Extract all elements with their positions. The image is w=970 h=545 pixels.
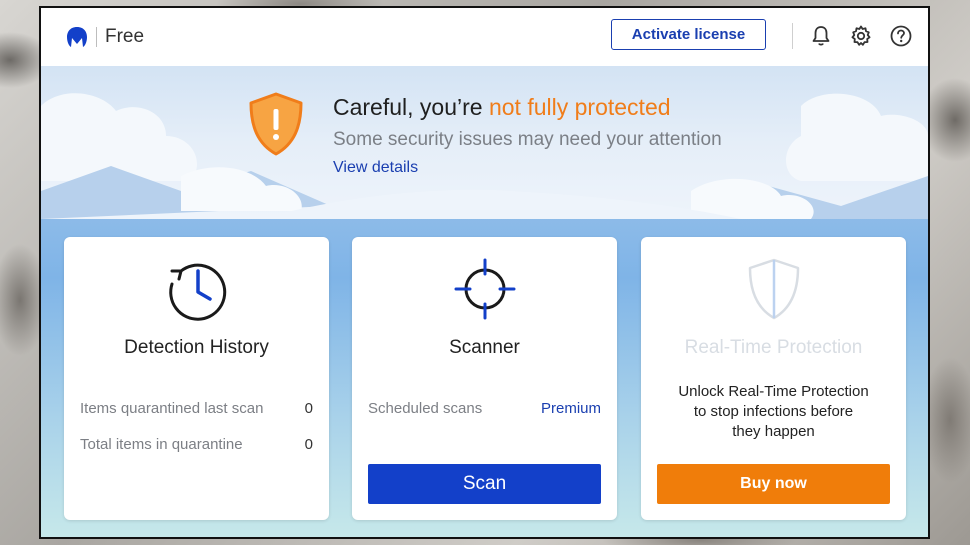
scheduled-scans-row: Scheduled scans Premium [368,400,601,417]
status-headline-highlight: not fully protected [488,94,671,120]
scanner-title: Scanner [449,337,520,358]
edition-label: Free [105,26,145,47]
crosshair-icon [454,258,515,320]
row-label: Items quarantined last scan [80,400,264,417]
title-bar: Free Activate license [41,8,928,67]
real-time-protection-title: Real-Time Protection [684,337,863,358]
logo-separator [96,27,97,47]
app-window: Free Activate license Careful, you’re no… [39,6,930,539]
row-label: Total items in quarantine [80,436,243,453]
upsell-line: to stop infections before [693,403,854,420]
upsell-line: Unlock Real-Time Protection [678,383,869,400]
status-subline: Some security issues may need your atten… [333,129,722,150]
real-time-protection-card[interactable]: Real-Time Protection Unlock Real-Time Pr… [641,237,906,520]
scan-button[interactable]: Scan [368,464,601,504]
detection-history-card[interactable]: Detection History Items quarantined last… [64,237,329,520]
premium-link[interactable]: Premium [541,400,601,417]
shield-icon [748,258,799,320]
row-value: 0 [304,400,313,417]
malwarebytes-logo-icon [67,27,87,47]
real-time-upsell-text: Unlock Real-Time Protection to stop infe… [657,382,890,442]
warning-shield-icon [249,92,303,156]
buy-now-button[interactable]: Buy now [657,464,890,504]
upsell-line: they happen [732,423,815,440]
clock-history-icon [168,263,226,321]
quarantined-last-scan-row: Items quarantined last scan 0 [80,400,313,417]
dashboard: Careful, you’re not fully protected Some… [41,66,928,537]
gear-icon[interactable] [849,24,873,48]
detection-history-title: Detection History [124,337,269,358]
help-icon[interactable] [889,24,913,48]
row-value: 0 [304,436,313,453]
activate-license-button[interactable]: Activate license [611,19,766,50]
status-banner: Careful, you’re not fully protected Some… [41,66,928,219]
total-quarantine-row: Total items in quarantine 0 [80,436,313,453]
scanner-card[interactable]: Scanner Scheduled scans Premium Scan [352,237,617,520]
status-headline-prefix: Careful, you’re [333,94,489,120]
scheduled-scans-label: Scheduled scans [368,400,483,417]
bell-icon[interactable] [809,24,833,48]
view-details-link[interactable]: View details [333,159,418,177]
status-headline: Careful, you’re not fully protected [333,94,671,121]
header-divider [792,23,793,49]
